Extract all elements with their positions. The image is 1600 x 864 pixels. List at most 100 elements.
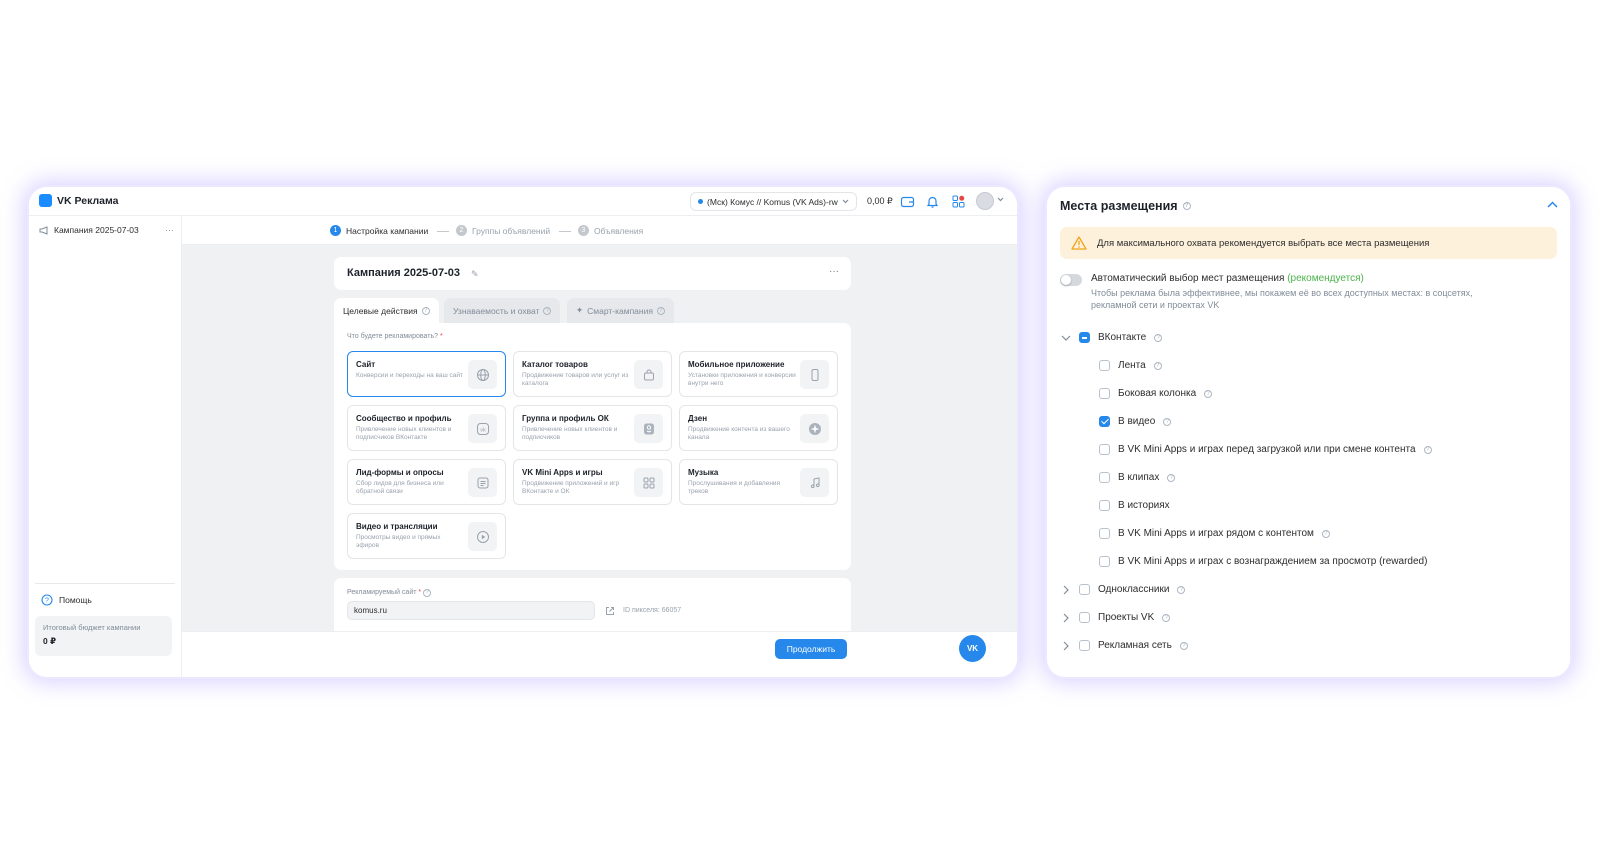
account-selector[interactable]: (Мск) Комус // Komus (VK Ads)-rw — [690, 192, 857, 211]
info-icon[interactable]: ? — [1204, 389, 1213, 398]
info-icon[interactable]: ? — [1179, 641, 1188, 650]
step-number: 1 — [330, 225, 341, 236]
step-label: Группы объявлений — [472, 225, 551, 236]
step-label: Объявления — [594, 225, 644, 236]
placement-label: В VK Mini Apps и играх перед загрузкой и… — [1118, 444, 1416, 455]
objective-mini-apps[interactable]: VK Mini Apps и игры Продвижение приложен… — [513, 459, 672, 505]
question-circle-icon: ? — [41, 594, 53, 606]
objective-video[interactable]: Видео и трансляции Просмотры видео и пря… — [347, 513, 506, 559]
required-mark: * — [439, 333, 443, 340]
more-icon[interactable]: ··· — [165, 225, 174, 235]
placement-item[interactable]: В VK Mini Apps и играх с вознаграждением… — [1099, 556, 1427, 567]
info-icon[interactable]: ? — [1321, 529, 1330, 538]
group-ad-network[interactable]: Рекламная сеть ? — [1061, 640, 1188, 651]
chevron-right-icon[interactable] — [1061, 641, 1071, 651]
placement-label: В VK Mini Apps и играх рядом с контентом — [1118, 528, 1314, 539]
placement-item[interactable]: В VK Mini Apps и играх перед загрузкой и… — [1099, 444, 1432, 455]
vk-icon: vk — [468, 414, 497, 443]
continue-button[interactable]: Продолжить — [775, 639, 847, 659]
more-icon[interactable]: ··· — [829, 266, 839, 277]
site-label-text: Рекламируемый сайт — [347, 589, 417, 596]
info-icon[interactable]: ? — [1177, 585, 1186, 594]
checkbox[interactable] — [1099, 360, 1110, 371]
objective-community[interactable]: Сообщество и профиль Привлечение новых к… — [347, 405, 506, 451]
info-icon[interactable]: ? — [1182, 202, 1191, 210]
required-mark: * — [418, 589, 422, 596]
info-icon[interactable]: ? — [1162, 613, 1171, 622]
placement-item[interactable]: В видео ? — [1099, 416, 1172, 427]
placement-label: В VK Mini Apps и играх с вознаграждением… — [1118, 556, 1428, 567]
objective-title: Мобильное приложение — [688, 360, 785, 369]
objective-catalog[interactable]: Каталог товаров Продвижение товаров или … — [513, 351, 672, 397]
apps-grid-icon[interactable] — [951, 194, 966, 209]
chevron-down-icon[interactable] — [1061, 335, 1071, 341]
info-icon[interactable]: ? — [1154, 333, 1163, 342]
checkbox[interactable] — [1099, 556, 1110, 567]
info-icon[interactable]: ? — [1153, 361, 1162, 370]
checkbox-vkontakte[interactable] — [1079, 332, 1090, 343]
checkbox[interactable] — [1099, 416, 1110, 427]
objective-ok-group[interactable]: Группа и профиль ОК Привлечение новых кл… — [513, 405, 672, 451]
logo[interactable]: VK Реклама — [39, 194, 118, 207]
campaign-title: Кампания 2025-07-03 — [347, 267, 461, 279]
tab-label: Смарт-кампания — [587, 305, 653, 316]
objective-site[interactable]: Сайт Конверсии и переходы на ваш сайт — [347, 351, 506, 397]
step-campaign-settings[interactable]: 1 Настройка кампании — [330, 225, 428, 236]
tab-smart-campaign[interactable]: ✦ Смарт-кампания ? — [567, 298, 674, 323]
tab-awareness[interactable]: Узнаваемость и охват ? — [444, 298, 561, 323]
checkbox-odnoklassniki[interactable] — [1079, 584, 1090, 595]
balance[interactable]: 0,00 ₽ — [867, 196, 893, 207]
placement-label: В видео — [1118, 416, 1156, 427]
placement-item[interactable]: В VK Mini Apps и играх рядом с контентом… — [1099, 528, 1330, 539]
site-url-input[interactable]: komus.ru — [347, 601, 595, 620]
objective-lead-forms[interactable]: Лид-формы и опросы Сбор лидов для бизнес… — [347, 459, 506, 505]
objective-title: Музыка — [688, 468, 719, 477]
pencil-icon[interactable]: ✎ — [471, 269, 479, 280]
avatar[interactable] — [976, 192, 994, 210]
objective-music[interactable]: Музыка Прослушивания и добавления треков — [679, 459, 838, 505]
step-ad-groups[interactable]: 2 Группы объявлений — [456, 225, 550, 236]
chevron-right-icon[interactable] — [1061, 585, 1071, 595]
checkbox[interactable] — [1099, 472, 1110, 483]
bell-icon[interactable] — [925, 194, 940, 209]
step-connector — [437, 231, 449, 232]
auto-placement-toggle[interactable] — [1060, 274, 1082, 286]
sidebar-item-campaign[interactable]: Кампания 2025-07-03 ··· — [39, 225, 174, 235]
placement-item[interactable]: Боковая колонка ? — [1099, 388, 1213, 399]
info-icon[interactable]: ? — [1163, 417, 1172, 426]
step-ads[interactable]: 3 Объявления — [578, 225, 643, 236]
group-odnoklassniki[interactable]: Одноклассники ? — [1061, 584, 1186, 595]
checkbox-vk-projects[interactable] — [1079, 612, 1090, 623]
chevron-right-icon[interactable] — [1061, 613, 1071, 623]
group-vkontakte[interactable]: ВКонтакте ? — [1061, 332, 1163, 343]
objective-desc: Продвижение приложений и игр ВКонтакте и… — [522, 480, 620, 495]
vk-chat-button[interactable]: VK — [959, 635, 986, 662]
external-link-icon[interactable] — [605, 606, 615, 616]
chevron-up-icon[interactable] — [1547, 201, 1558, 208]
group-vk-projects[interactable]: Проекты VK ? — [1061, 612, 1171, 623]
info-icon[interactable]: ? — [1423, 445, 1432, 454]
info-icon[interactable]: ? — [656, 306, 665, 315]
checkbox[interactable] — [1099, 500, 1110, 511]
info-icon[interactable]: ? — [1167, 473, 1176, 482]
wallet-icon[interactable] — [900, 194, 915, 209]
placement-item[interactable]: В клипах ? — [1099, 472, 1176, 483]
placements-title: Места размещения ? — [1060, 199, 1191, 213]
vk-ads-window: VK Реклама (Мск) Комус // Komus (VK Ads)… — [29, 187, 1017, 677]
placement-item[interactable]: В историях — [1099, 500, 1170, 511]
help-link[interactable]: ? Помощь — [41, 594, 92, 606]
checkbox[interactable] — [1099, 528, 1110, 539]
checkbox[interactable] — [1099, 444, 1110, 455]
objective-dzen[interactable]: Дзен Продвижение контента из вашего кана… — [679, 405, 838, 451]
auto-placement-desc: Чтобы реклама была эффективнее, мы покаж… — [1091, 288, 1473, 310]
chevron-down-icon[interactable] — [997, 197, 1004, 202]
objective-mobile-app[interactable]: Мобильное приложение Установки приложени… — [679, 351, 838, 397]
checkbox[interactable] — [1099, 388, 1110, 399]
globe-icon — [468, 360, 497, 389]
placement-item[interactable]: Лента ? — [1099, 360, 1162, 371]
info-icon[interactable]: ? — [423, 589, 432, 597]
checkbox-ad-network[interactable] — [1079, 640, 1090, 651]
info-icon[interactable]: ? — [421, 306, 430, 315]
info-icon[interactable]: ? — [543, 306, 552, 315]
tab-target-actions[interactable]: Целевые действия ? — [334, 298, 439, 323]
